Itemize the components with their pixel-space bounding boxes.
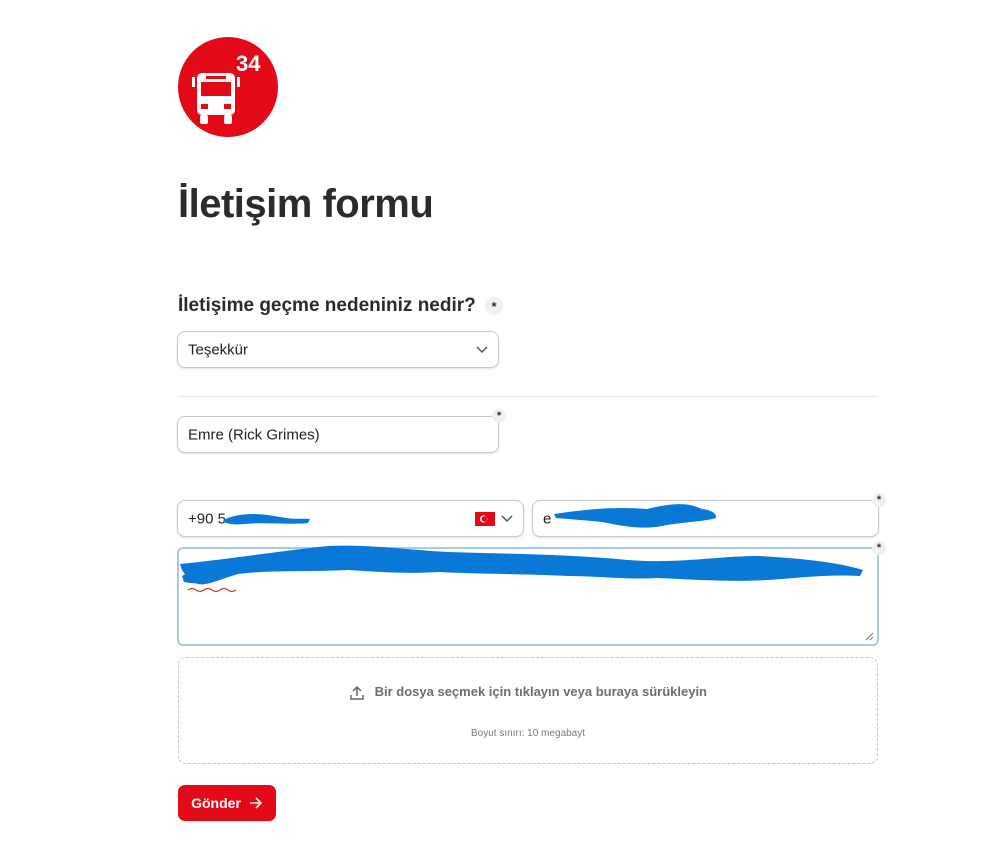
reason-selected-value: Teşekkür — [188, 341, 249, 358]
file-upload-dropzone[interactable]: Bir dosya seçmek için tıklayın veya bura… — [178, 657, 878, 764]
arrow-right-icon — [249, 797, 263, 809]
resize-grip-icon[interactable] — [865, 632, 874, 641]
upload-prompt-label: Bir dosya seçmek için tıklayın veya bura… — [374, 684, 707, 699]
brand-logo: 34 — [178, 37, 278, 137]
name-input[interactable]: Emre (Rick Grimes) — [177, 416, 499, 453]
name-input-value: Emre (Rick Grimes) — [188, 426, 320, 443]
turkey-flag-icon[interactable] — [475, 511, 495, 526]
email-input[interactable]: e — [532, 500, 879, 537]
divider — [178, 396, 878, 397]
submit-button-label: Gönder — [191, 795, 241, 811]
upload-prompt: Bir dosya seçmek için tıklayın veya bura… — [179, 684, 877, 701]
country-chevron-down-icon[interactable] — [501, 514, 513, 523]
name-required-mark: * — [492, 409, 506, 423]
phone-input[interactable]: +90 5 — [177, 500, 524, 537]
bus-icon — [192, 73, 240, 124]
message-textarea[interactable] — [177, 547, 879, 646]
submit-button[interactable]: Gönder — [178, 785, 276, 821]
email-required-mark: * — [872, 493, 886, 507]
required-mark: * — [485, 296, 504, 315]
phone-input-value: +90 5 — [188, 510, 226, 527]
chevron-down-icon — [476, 345, 488, 353]
reason-select[interactable]: Teşekkür — [177, 331, 499, 368]
reason-question-label: İletişime geçme nedeniniz nedir? — [178, 295, 476, 316]
upload-icon — [350, 685, 364, 700]
reason-question: İletişime geçme nedeniniz nedir? * — [178, 295, 504, 317]
page-title: İletişim formu — [178, 182, 434, 226]
email-input-value: e — [543, 510, 552, 527]
upload-size-limit: Boyut sınırı: 10 megabayt — [471, 728, 585, 739]
message-required-mark: * — [872, 541, 886, 555]
